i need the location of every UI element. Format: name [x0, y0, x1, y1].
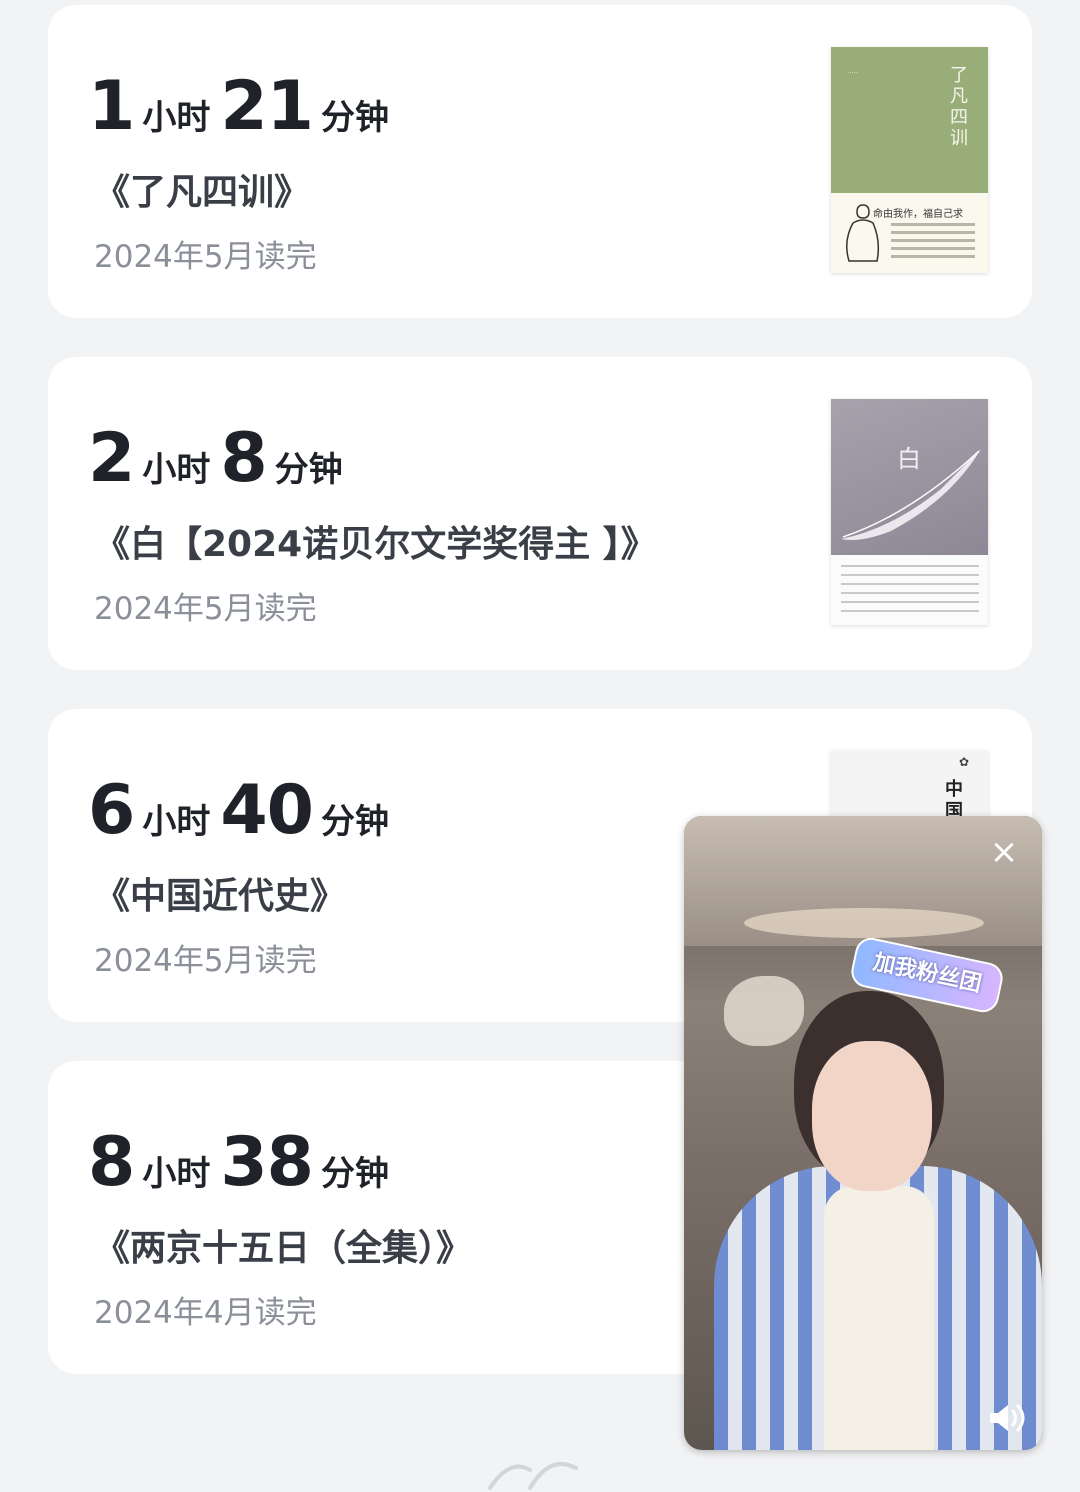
live-video-overlay[interactable]: 加我粉丝团 × [684, 816, 1042, 1450]
reading-duration: 1 小时 21 分钟 [88, 67, 399, 147]
hours-value: 2 [88, 419, 135, 498]
seal-icon: ✿ [959, 755, 970, 769]
minutes-unit: 分钟 [320, 1154, 389, 1194]
butterfly-decoration [724, 976, 804, 1046]
reading-duration: 6 小时 40 分钟 [88, 771, 399, 851]
volume-icon[interactable] [986, 1400, 1028, 1436]
finish-date: 2024年5月读完 [94, 591, 317, 627]
minutes-unit: 分钟 [320, 802, 389, 842]
book-card[interactable]: 2 小时 8 分钟 《白【2024诺贝尔文学奖得主 】》 2024年5月读完 白 [48, 357, 1032, 670]
figure-illustration-icon [846, 204, 880, 262]
finish-date: 2024年5月读完 [94, 239, 317, 275]
minutes-unit: 分钟 [274, 450, 343, 490]
close-icon[interactable]: × [984, 832, 1024, 872]
book-cover[interactable]: 了凡四训 ····· 命由我作，福自己求 [831, 47, 988, 273]
hours-value: 8 [88, 1123, 135, 1202]
reading-duration: 2 小时 8 分钟 [88, 419, 353, 499]
cover-author-line: ····· [847, 69, 859, 77]
book-title: 《中国近代史》 [94, 876, 347, 917]
cover-title: 了凡四训 [950, 65, 968, 149]
finish-date: 2024年5月读完 [94, 943, 317, 979]
hours-unit: 小时 [142, 98, 211, 138]
book-title: 《白【2024诺贝尔文学奖得主 】》 [94, 524, 657, 565]
streamer-face [812, 1041, 932, 1191]
finish-date: 2024年4月读完 [94, 1295, 317, 1331]
book-card[interactable]: 1 小时 21 分钟 《了凡四训》 2024年5月读完 了凡四训 ····· 命由我作… [48, 5, 1032, 318]
book-cover[interactable]: 白 [831, 399, 988, 625]
hours-value: 1 [88, 67, 135, 146]
minutes-unit: 分钟 [320, 98, 389, 138]
minutes-value: 8 [220, 419, 267, 498]
watermark-logo-icon [488, 1462, 578, 1490]
cover-title: 白 [897, 445, 921, 473]
book-title: 《了凡四训》 [94, 172, 311, 213]
minutes-value: 40 [220, 771, 314, 850]
reading-duration: 8 小时 38 分钟 [88, 1123, 399, 1203]
hours-unit: 小时 [142, 450, 211, 490]
minutes-value: 38 [220, 1123, 314, 1202]
hours-unit: 小时 [142, 1154, 211, 1194]
hours-unit: 小时 [142, 802, 211, 842]
book-title: 《两京十五日（全集）》 [94, 1228, 473, 1269]
minutes-value: 21 [220, 67, 314, 146]
hours-value: 6 [88, 771, 135, 850]
